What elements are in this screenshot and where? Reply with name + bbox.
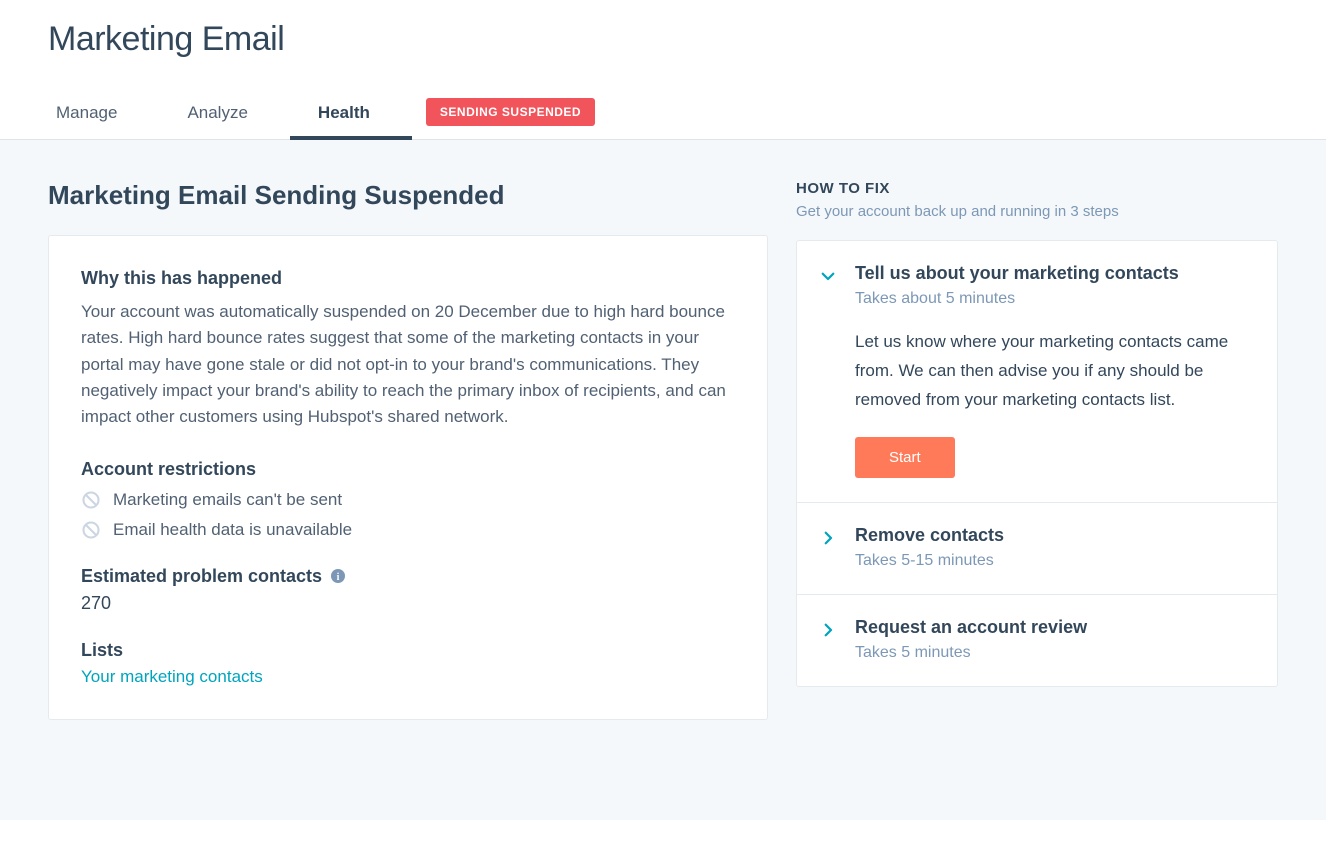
step-1-title-wrap: Tell us about your marketing contacts Ta… [855,263,1253,308]
chevron-right-icon [819,621,837,639]
restrictions-list: Marketing emails can't be sent Email hea… [81,490,735,540]
step-2: Remove contacts Takes 5-15 minutes [797,503,1277,595]
step-2-header[interactable]: Remove contacts Takes 5-15 minutes [819,525,1253,570]
restriction-text: Email health data is unavailable [113,520,352,540]
content-area: Marketing Email Sending Suspended Why th… [0,140,1326,820]
step-1: Tell us about your marketing contacts Ta… [797,241,1277,503]
howto-sub: Get your account back up and running in … [796,203,1278,220]
left-column: Marketing Email Sending Suspended Why th… [48,180,768,790]
step-1-title: Tell us about your marketing contacts [855,263,1253,284]
step-2-title-wrap: Remove contacts Takes 5-15 minutes [855,525,1253,570]
step-3-header[interactable]: Request an account review Takes 5 minute… [819,617,1253,662]
step-2-duration: Takes 5-15 minutes [855,552,1253,570]
tabs-row: Manage Analyze Health SENDING SUSPENDED [0,89,1326,140]
step-2-title: Remove contacts [855,525,1253,546]
step-1-duration: Takes about 5 minutes [855,290,1253,308]
howto-heading: HOW TO FIX [796,180,1278,197]
lists-label: Lists [81,640,735,661]
marketing-contacts-link[interactable]: Your marketing contacts [81,667,263,686]
tab-manage[interactable]: Manage [48,89,139,139]
chevron-right-icon [819,529,837,547]
restriction-item: Marketing emails can't be sent [81,490,735,510]
why-body: Your account was automatically suspended… [81,299,735,431]
restrictions-heading: Account restrictions [81,459,735,480]
suspended-heading: Marketing Email Sending Suspended [48,180,768,211]
estimated-row: Estimated problem contacts i [81,566,735,587]
page-title: Marketing Email [48,20,1278,59]
restriction-text: Marketing emails can't be sent [113,490,342,510]
step-3-title-wrap: Request an account review Takes 5 minute… [855,617,1253,662]
restriction-item: Email health data is unavailable [81,520,735,540]
details-card: Why this has happened Your account was a… [48,235,768,720]
why-heading: Why this has happened [81,268,735,289]
chevron-down-icon [819,267,837,285]
header-area: Marketing Email Manage Analyze Health SE… [0,0,1326,140]
steps-card: Tell us about your marketing contacts Ta… [796,240,1278,687]
start-button[interactable]: Start [855,437,955,478]
info-icon[interactable]: i [330,568,346,584]
step-3: Request an account review Takes 5 minute… [797,595,1277,686]
right-column: HOW TO FIX Get your account back up and … [796,180,1278,790]
status-badge: SENDING SUSPENDED [426,98,595,126]
ban-icon [81,520,101,540]
step-1-header[interactable]: Tell us about your marketing contacts Ta… [819,263,1253,308]
step-3-title: Request an account review [855,617,1253,638]
tab-health[interactable]: Health [310,89,392,139]
step-1-body: Let us know where your marketing contact… [855,328,1253,478]
step-3-duration: Takes 5 minutes [855,644,1253,662]
tab-analyze[interactable]: Analyze [179,89,269,139]
estimated-label: Estimated problem contacts [81,566,322,587]
step-1-desc: Let us know where your marketing contact… [855,328,1253,415]
estimated-value: 270 [81,593,735,614]
ban-icon [81,490,101,510]
svg-text:i: i [337,572,340,583]
